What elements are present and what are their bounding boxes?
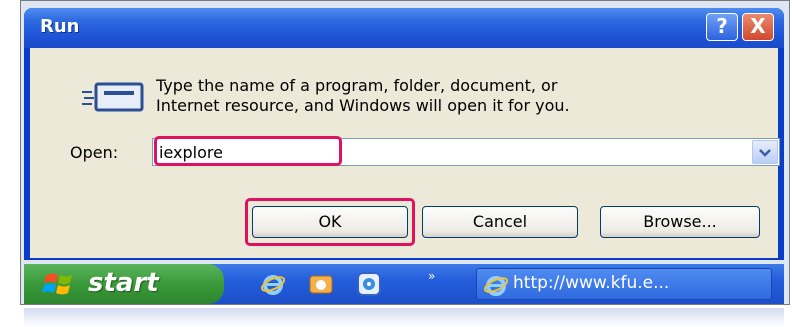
cancel-button[interactable]: Cancel [422,206,578,238]
media-icon[interactable] [356,271,382,297]
dropdown-button[interactable] [752,140,778,164]
input-highlight-box [154,136,342,166]
open-label: Open: [70,143,119,162]
taskbar-item-label: http://www.kfu.e... [513,273,670,293]
run-icon [82,82,144,112]
chevron-down-icon [759,149,771,157]
run-dialog: Run ? X Type the name of a program, fold… [24,8,784,260]
windows-logo-icon [42,273,72,295]
dialog-body: Type the name of a program, folder, docu… [30,48,780,258]
title-bar[interactable]: Run ? X [24,8,784,48]
ie-icon[interactable] [260,271,286,297]
start-label: start [88,268,159,298]
description-text: Type the name of a program, folder, docu… [156,76,570,116]
reflection [24,308,784,327]
taskbar-item-browser[interactable]: http://www.kfu.e... [476,268,772,300]
help-button[interactable]: ? [706,13,738,41]
quicklaunch-overflow-icon[interactable]: » [428,269,435,283]
close-button[interactable]: X [742,13,774,41]
description-line-2: Internet resource, and Windows will open… [156,96,570,115]
ok-highlight-box [245,198,415,246]
start-button[interactable]: start [24,264,224,304]
window-title: Run [40,16,80,37]
description-line-1: Type the name of a program, folder, docu… [156,76,558,95]
ie-icon [483,276,509,296]
mail-icon[interactable] [308,271,334,297]
taskbar: start » http://www.kfu.e... [24,264,784,304]
browse-button[interactable]: Browse... [600,206,760,238]
